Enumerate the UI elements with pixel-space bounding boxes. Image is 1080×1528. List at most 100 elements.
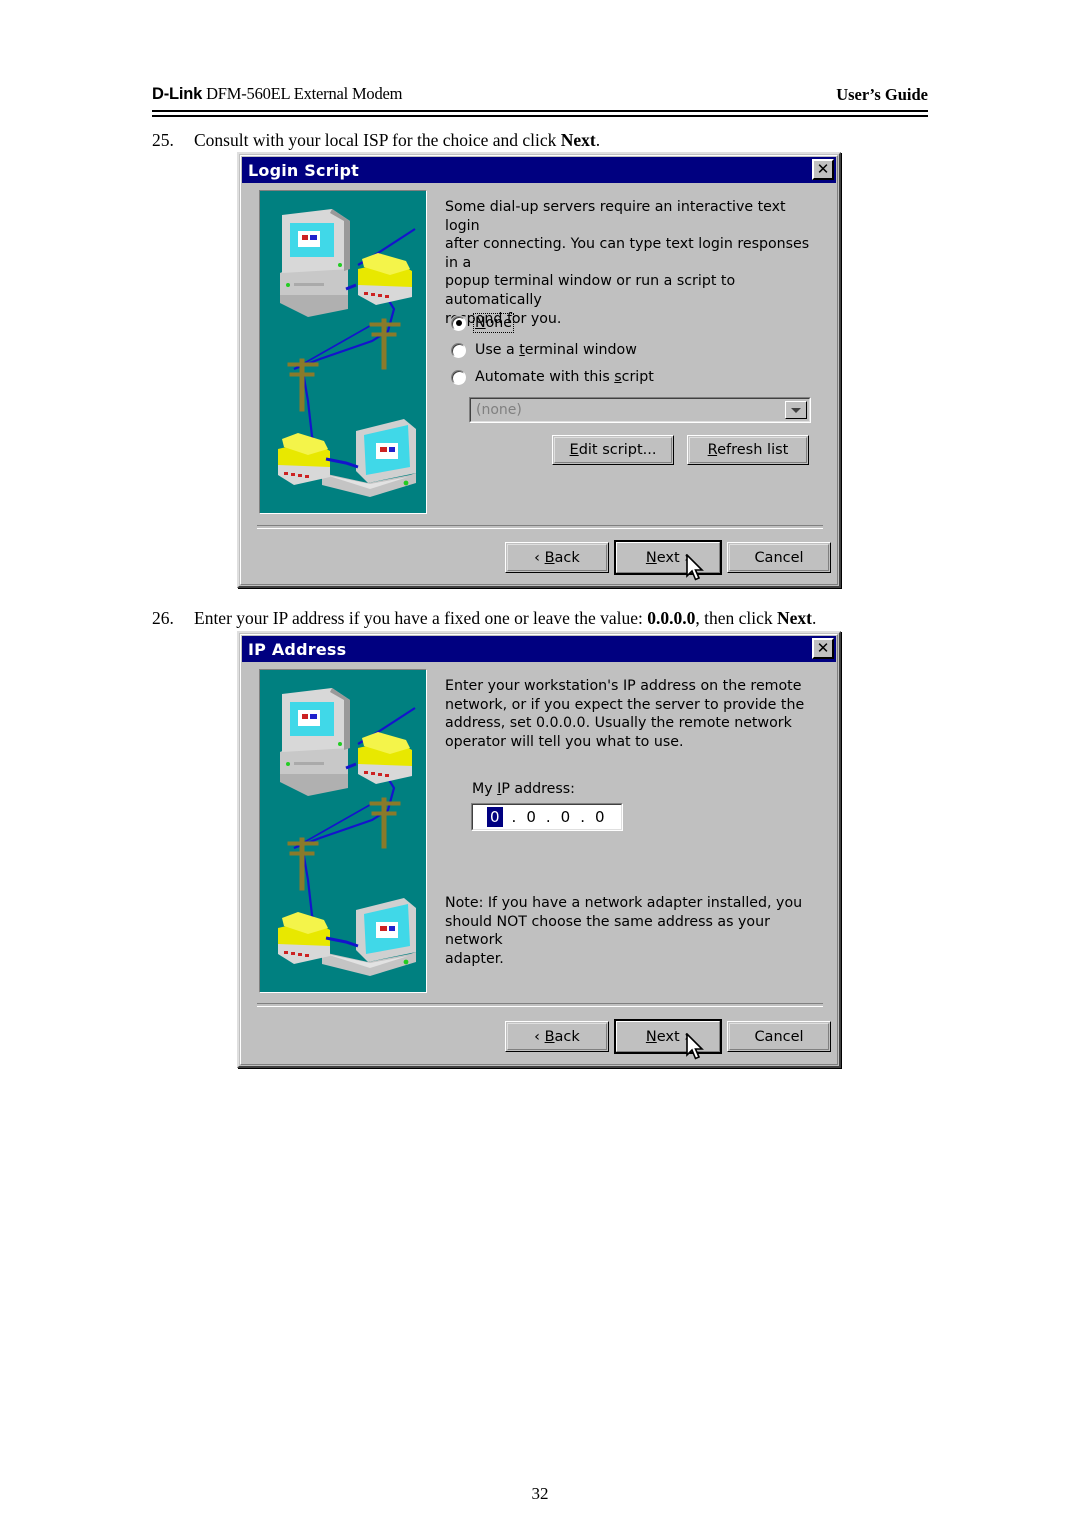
ip-separator-2: . [545, 808, 551, 826]
back-button-post: ack [554, 1028, 580, 1045]
step-26-text-mid: , then click [695, 608, 777, 628]
step-26-text-bold: 0.0.0.0 [647, 608, 696, 628]
next-button[interactable]: Next › [614, 540, 722, 575]
step-25-text: Consult with your local ISP for the choi… [194, 130, 600, 150]
edit-script-accel: E [569, 442, 579, 458]
chevron-down-icon[interactable] [785, 401, 807, 419]
ip-address-note: Note: If you have a network adapter inst… [445, 895, 803, 967]
header-rule-bottom [152, 115, 928, 117]
close-icon[interactable]: ✕ [812, 638, 834, 659]
radio-terminal-window-label: Use a terminal window [475, 342, 637, 358]
radio-automate-script-indicator[interactable] [451, 369, 466, 385]
cancel-button-label: Cancel [754, 549, 804, 566]
ip-octet-1[interactable]: 0 [487, 807, 503, 827]
radio-none[interactable]: None [451, 313, 515, 333]
radio-terminal-window-indicator[interactable] [451, 342, 466, 358]
ip-address-description: Enter your workstation's IP address on t… [445, 678, 805, 750]
back-button-label: ‹ Back [534, 1029, 580, 1045]
refresh-list-label: Refresh list [708, 442, 789, 458]
page-header: D-Link DFM-560EL External Modem User’s G… [152, 84, 928, 118]
ip-address-title: IP Address [248, 639, 347, 659]
edit-script-text: dit script... [578, 442, 657, 458]
footer-separator [257, 1003, 823, 1007]
ip-octet-4[interactable]: 0 [594, 808, 606, 826]
radio-automate-script-label: Automate with this script [475, 369, 654, 385]
footer-separator [257, 525, 823, 529]
login-script-description: Some dial-up servers require an interact… [445, 199, 810, 327]
ip-address-titlebar[interactable]: IP Address ✕ [242, 636, 836, 662]
back-button[interactable]: ‹ Back [505, 542, 609, 573]
back-button-pre: ‹ [534, 549, 545, 566]
radio-none-text: one [485, 315, 513, 331]
script-select[interactable]: (none) [469, 397, 811, 423]
login-script-dialog: Login Script ✕ Some dial-up servers requ… [237, 152, 841, 588]
edit-script-label: Edit script... [570, 442, 657, 458]
close-icon-glyph: ✕ [816, 160, 830, 178]
next-button-label: Next › [646, 550, 690, 566]
step-25-text-before: Consult with your local ISP for the choi… [194, 130, 561, 150]
network-illustration [259, 669, 427, 993]
header-brand: D-Link [152, 85, 203, 103]
ip-address-input[interactable]: 0 . 0 . 0 . 0 [471, 803, 623, 831]
edit-script-button[interactable]: Edit script... [552, 435, 674, 465]
ip-octet-3[interactable]: 0 [560, 808, 572, 826]
network-illustration [259, 190, 427, 514]
ip-address-dialog: IP Address ✕ Enter your workstation's IP… [237, 631, 841, 1068]
back-button[interactable]: ‹ Back [505, 1021, 609, 1052]
step-25-text-after: . [595, 130, 601, 150]
page-number: 32 [531, 1484, 549, 1503]
radio-automate-accel: s [614, 369, 622, 385]
header-model: DFM-560EL External Modem [202, 84, 403, 103]
radio-terminal-window[interactable]: Use a terminal window [451, 342, 637, 358]
back-button-accel: B [544, 549, 555, 566]
ip-separator-3: . [580, 808, 585, 826]
next-button-accel: N [645, 549, 657, 566]
step-26-text-after: . [811, 608, 817, 628]
script-select-value: (none) [476, 402, 522, 418]
close-icon[interactable]: ✕ [812, 159, 834, 180]
ip-separator-1: . [511, 808, 517, 826]
header-left-title: D-Link DFM-560EL External Modem [152, 84, 402, 104]
back-button-accel: B [544, 1028, 555, 1045]
network-illustration-svg [260, 191, 424, 511]
radio-automate-script[interactable]: Automate with this script [451, 369, 654, 385]
cancel-button-label: Cancel [754, 1028, 804, 1045]
ip-octet-2[interactable]: 0 [525, 808, 537, 826]
step-25-number: 25. [152, 130, 174, 150]
step-25-text-bold: Next [560, 130, 596, 150]
next-button-post: ext › [656, 1028, 691, 1045]
next-button-label: Next › [646, 1029, 690, 1045]
network-illustration-svg [260, 670, 424, 990]
radio-none-indicator[interactable] [451, 315, 466, 331]
step-26-text-bold2: Next [776, 608, 812, 628]
ip-address-input-inner: 0 . 0 . 0 . 0 [472, 804, 622, 830]
next-button[interactable]: Next › [614, 1019, 722, 1054]
login-script-title: Login Script [248, 160, 359, 180]
step-26-number: 26. [152, 608, 174, 628]
radio-automate-pre: Automate with this [475, 369, 615, 385]
refresh-list-accel: R [707, 442, 718, 458]
my-ip-address-label: My IP address: [472, 781, 575, 797]
cancel-button[interactable]: Cancel [727, 1021, 831, 1052]
my-ip-label-pre: My [472, 781, 498, 797]
radio-none-label: None [472, 313, 515, 333]
step-26-text: Enter your IP address if you have a fixe… [194, 608, 816, 628]
header-rule-top [152, 110, 928, 112]
radio-terminal-pre: Use a [475, 342, 520, 358]
radio-terminal-post: erminal window [524, 342, 637, 358]
radio-none-accel: N [475, 315, 486, 331]
my-ip-label-post: P address: [501, 781, 575, 797]
chevron-down-glyph [791, 407, 801, 413]
refresh-list-text: efresh list [717, 442, 789, 458]
cancel-button[interactable]: Cancel [727, 542, 831, 573]
back-button-pre: ‹ [534, 1028, 545, 1045]
radio-automate-post: cript [621, 369, 654, 385]
step-26-text-before: Enter your IP address if you have a fixe… [194, 608, 648, 628]
login-script-titlebar[interactable]: Login Script ✕ [242, 157, 836, 183]
back-button-label: ‹ Back [534, 550, 580, 566]
next-button-accel: N [645, 1028, 657, 1045]
back-button-post: ack [554, 549, 580, 566]
next-button-post: ext › [656, 549, 691, 566]
refresh-list-button[interactable]: Refresh list [687, 435, 809, 465]
close-icon-glyph: ✕ [816, 639, 830, 657]
